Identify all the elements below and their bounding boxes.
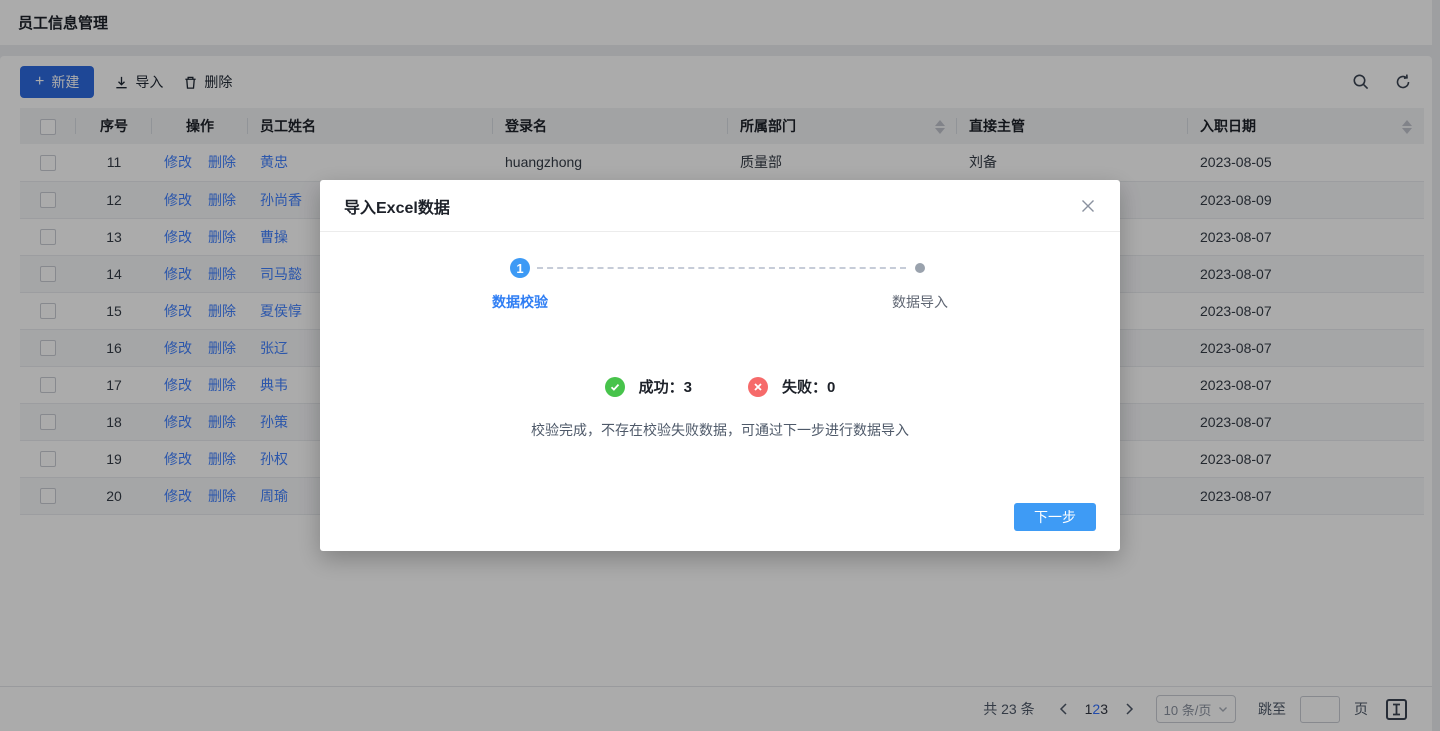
validation-result: 成功：3 失败：0 [320, 376, 1120, 397]
step-2-label: 数据导入 [892, 292, 948, 312]
fail-cross-icon [748, 377, 768, 397]
import-stepper: 1 数据校验 数据导入 [320, 258, 1120, 324]
fail-count: 失败：0 [782, 376, 835, 397]
import-excel-modal: 导入Excel数据 1 数据校验 数据导入 成功：3 失败：0 校验完成，不存在… [320, 180, 1120, 551]
validation-message: 校验完成，不存在校验失败数据，可通过下一步进行数据导入 [320, 420, 1120, 440]
step-1-indicator: 1 [510, 258, 530, 278]
modal-header: 导入Excel数据 [320, 180, 1120, 232]
next-step-button[interactable]: 下一步 [1014, 503, 1096, 531]
step-connector [537, 267, 906, 269]
modal-title: 导入Excel数据 [344, 194, 450, 218]
step-2-indicator [915, 263, 925, 273]
success-count: 成功：3 [639, 376, 692, 397]
close-icon[interactable] [1080, 198, 1096, 214]
step-1-label: 数据校验 [492, 292, 548, 312]
success-check-icon [605, 377, 625, 397]
